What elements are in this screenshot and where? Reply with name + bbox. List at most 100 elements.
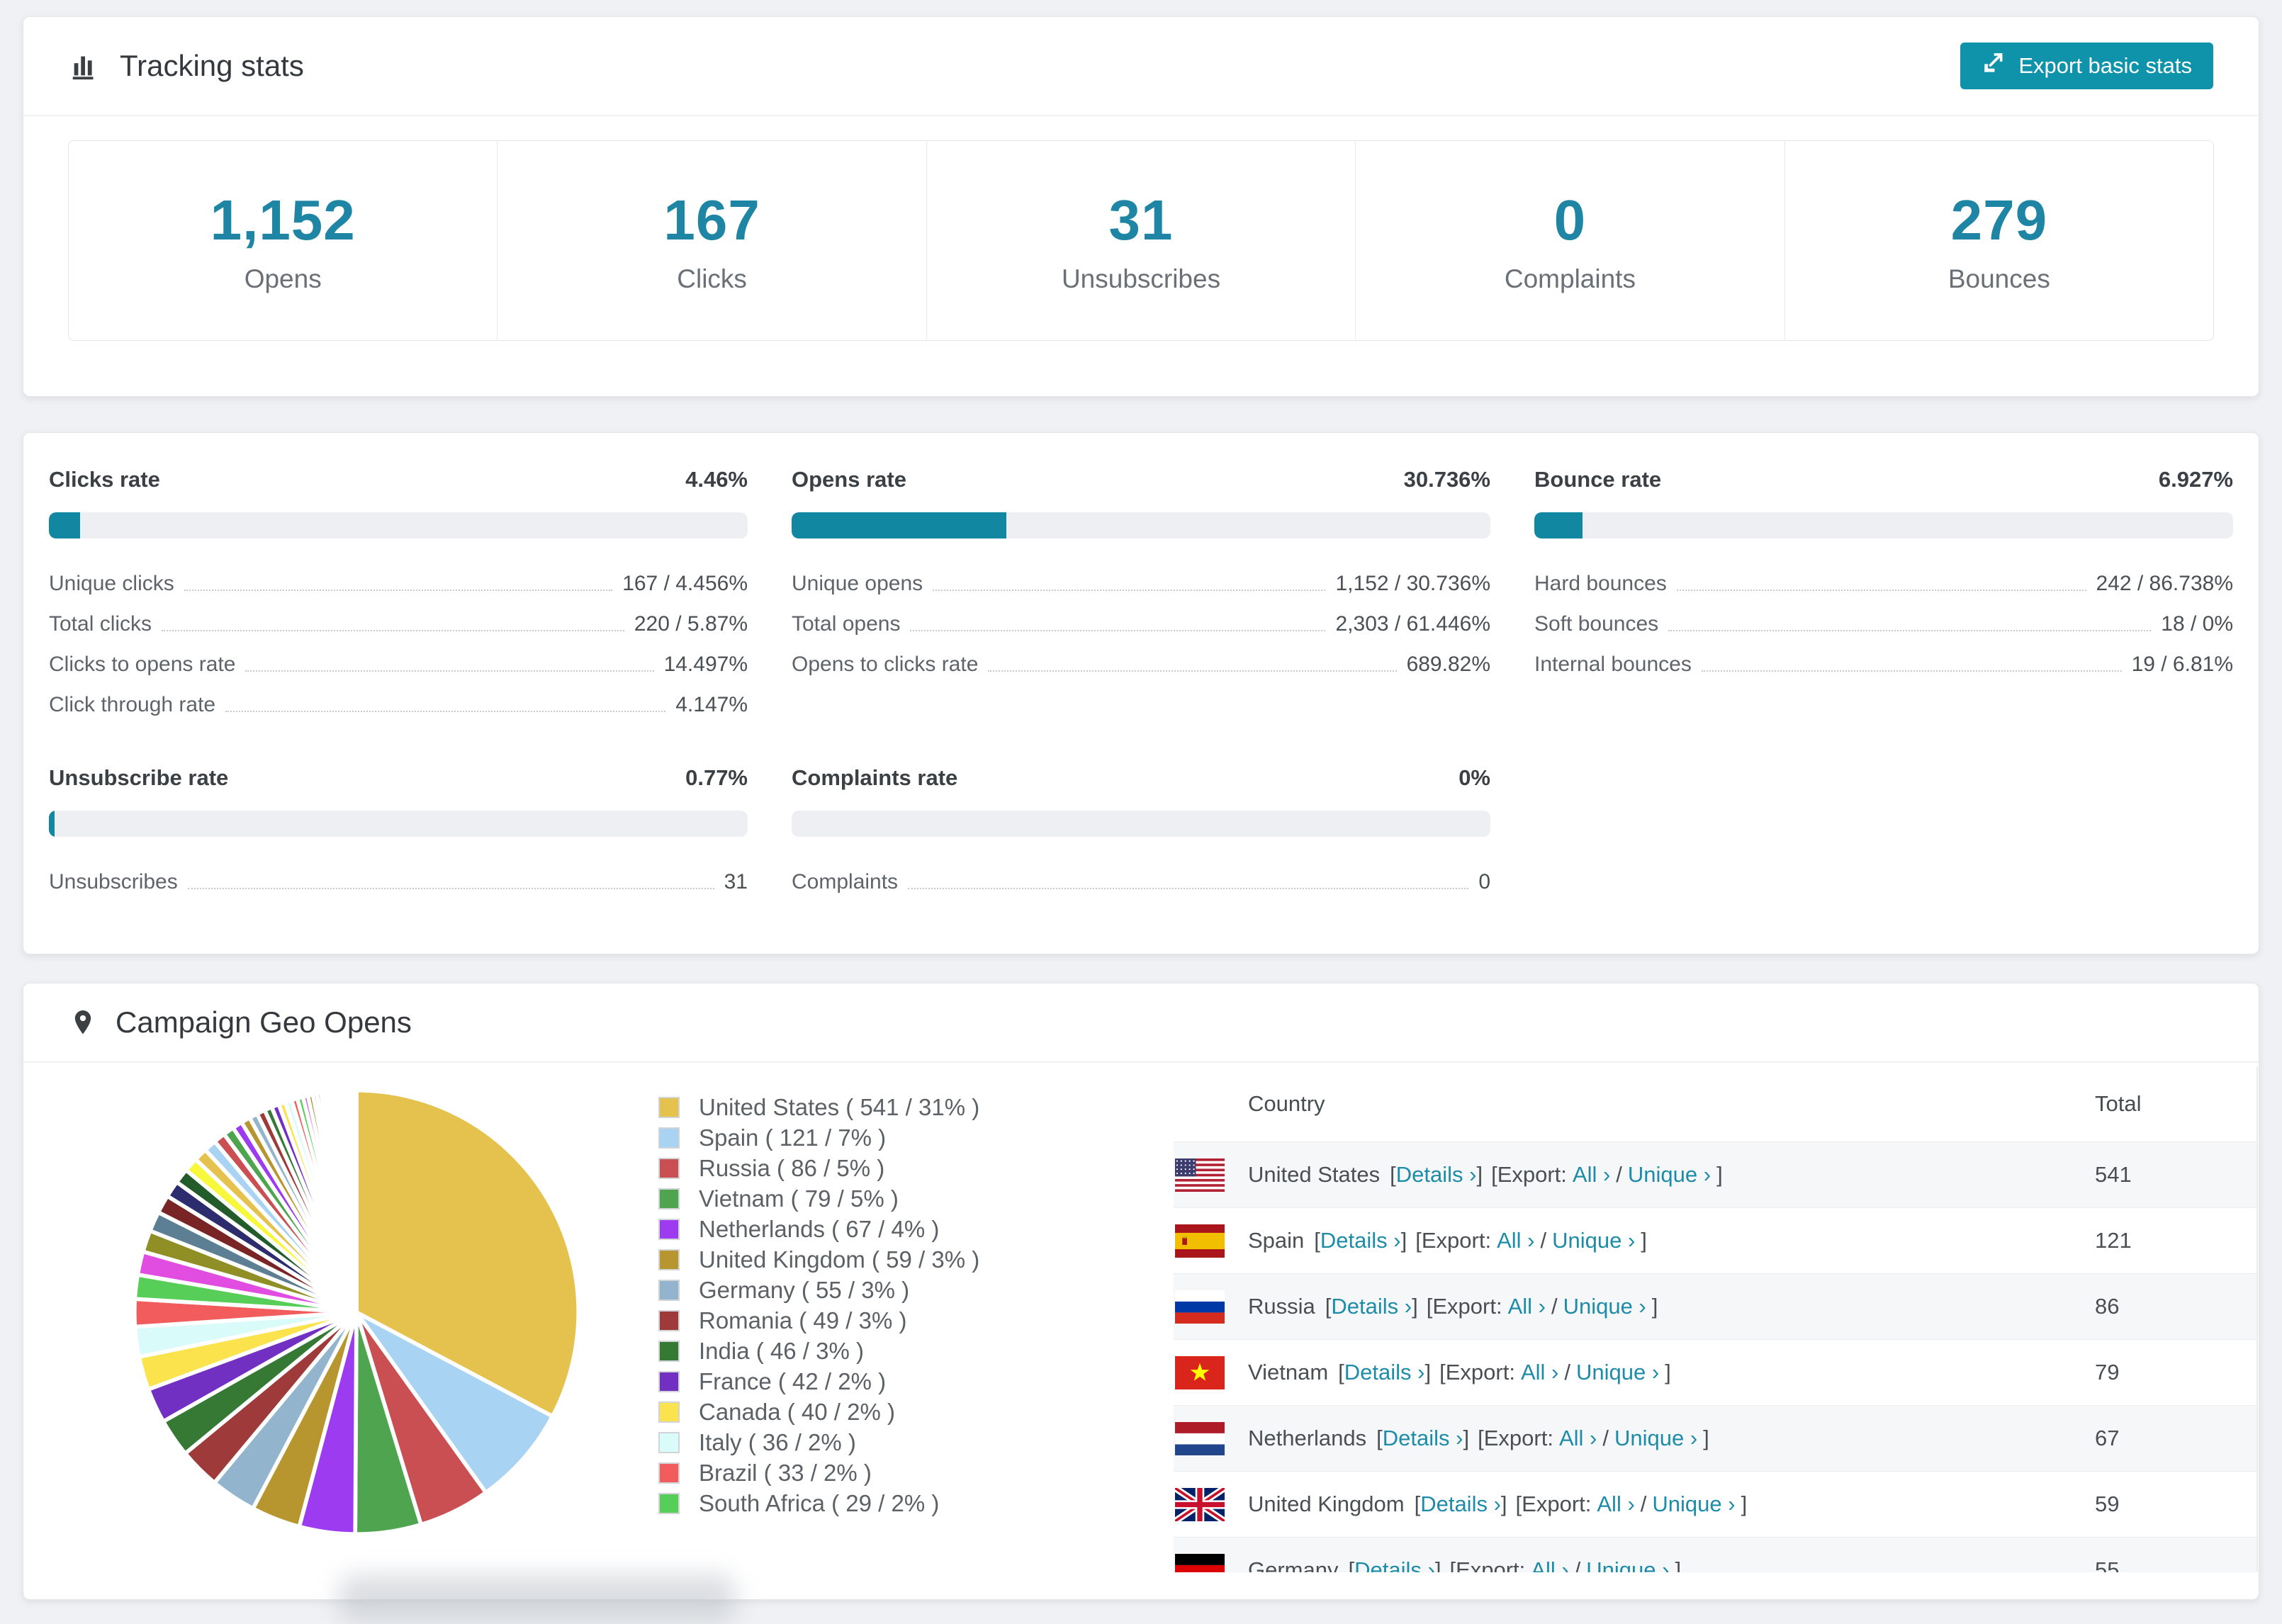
legend-swatch [658, 1219, 680, 1240]
legend-label: Romania ( 49 / 3% ) [699, 1307, 907, 1333]
rate-detail-row: Internal bounces 19 / 6.81% [1534, 642, 2233, 682]
legend-swatch [658, 1127, 680, 1149]
country-name: United Kingdom [1248, 1492, 1405, 1516]
rate-detail-label: Unique clicks [49, 572, 174, 595]
dotted-leader [1676, 590, 2086, 591]
bracket: [ [1478, 1426, 1484, 1450]
export-unique-link[interactable]: Unique › [1563, 1294, 1646, 1319]
bracket: [ [1348, 1557, 1355, 1572]
legend-label: Italy ( 36 / 2% ) [699, 1429, 856, 1455]
geo-table-row: Netherlands [ Details › ] [ Export: All … [1174, 1405, 2256, 1471]
bracket: [ [1426, 1294, 1433, 1319]
country-total: 79 [2095, 1360, 2120, 1385]
legend-item: Germany ( 55 / 3% ) [658, 1277, 979, 1303]
bracket: ] [1434, 1557, 1441, 1572]
tracking-stats-page: { "colors": { "accent_text": "#1E86A4", … [0, 0, 2282, 1624]
export-basic-stats-button[interactable]: Export basic stats [1960, 43, 2213, 89]
country-flag-icon [1175, 1355, 1225, 1389]
legend-swatch [658, 1158, 680, 1179]
country-row-line: Germany [ Details › ] [ Export: All › / … [1248, 1557, 2095, 1572]
country-name: Netherlands [1248, 1426, 1367, 1450]
country-flag-icon [1175, 1158, 1225, 1192]
dotted-leader [162, 630, 624, 631]
complaints-rate-progressbar [792, 811, 1490, 837]
summary-stat-card: 1,152 Opens [69, 141, 498, 340]
details-link[interactable]: Details › [1383, 1426, 1463, 1451]
rate-detail-value: 18 / 0% [2161, 612, 2233, 636]
rate-detail-row: Hard bounces 242 / 86.738% [1534, 561, 2233, 602]
rate-detail-label: Internal bounces [1534, 653, 1692, 676]
legend-swatch [658, 1371, 680, 1392]
slash-divider: / [1564, 1360, 1570, 1385]
rate-detail-row: Opens to clicks rate 689.82% [792, 642, 1490, 682]
legend-label: Brazil ( 33 / 2% ) [699, 1460, 872, 1486]
rate-detail-value: 242 / 86.738% [2096, 572, 2234, 595]
export-button-label: Export basic stats [2018, 53, 2192, 78]
stat-value: 31 [1108, 188, 1174, 252]
export-icon [1982, 51, 2006, 81]
rate-detail-label: Unique opens [792, 572, 923, 595]
rate-detail-label: Unsubscribes [49, 870, 178, 893]
geo-title: Campaign Geo Opens [116, 1005, 412, 1039]
geo-table-row: Germany [ Details › ] [ Export: All › / … [1174, 1537, 2256, 1572]
rate-detail-value: 0 [1478, 870, 1490, 893]
rate-detail-row: Total opens 2,303 / 61.446% [792, 602, 1490, 642]
details-link[interactable]: Details › [1420, 1492, 1501, 1517]
export-all-link[interactable]: All › [1597, 1492, 1634, 1517]
details-link[interactable]: Details › [1396, 1162, 1477, 1188]
stat-value: 1,152 [210, 188, 356, 252]
export-all-link[interactable]: All › [1559, 1426, 1597, 1451]
legend-label: Canada ( 40 / 2% ) [699, 1399, 895, 1425]
export-unique-link[interactable]: Unique › [1576, 1360, 1659, 1385]
unsubscribe-rate-percent: 0.77% [685, 765, 748, 790]
legend-swatch [658, 1432, 680, 1453]
slash-divider: / [1540, 1228, 1547, 1253]
export-all-link[interactable]: All › [1508, 1294, 1546, 1319]
legend-label: France ( 42 / 2% ) [699, 1368, 887, 1394]
rate-detail-value: 31 [724, 870, 748, 893]
export-all-link[interactable]: All › [1497, 1228, 1534, 1253]
legend-label: India ( 46 / 3% ) [699, 1338, 864, 1364]
details-link[interactable]: Details › [1354, 1557, 1435, 1572]
export-all-link[interactable]: All › [1531, 1557, 1568, 1572]
bracket: ] [1651, 1294, 1658, 1319]
country-flag-icon [1175, 1421, 1225, 1455]
export-unique-link[interactable]: Unique › [1652, 1492, 1735, 1517]
bounce-rate-section: Bounce rate 6.927% Hard bounces 242 / 86… [1534, 467, 2233, 723]
bracket: [ [1314, 1228, 1320, 1253]
export-label: Export: [1432, 1294, 1502, 1319]
country-flag-icon [1175, 1487, 1225, 1521]
country-name: Russia [1248, 1294, 1315, 1319]
dotted-leader [933, 590, 1326, 591]
rate-detail-row: Total clicks 220 / 5.87% [49, 602, 748, 642]
details-link[interactable]: Details › [1344, 1360, 1425, 1385]
export-unique-link[interactable]: Unique › [1614, 1426, 1697, 1451]
export-all-link[interactable]: All › [1521, 1360, 1558, 1385]
country-total: 59 [2095, 1492, 2120, 1516]
bracket: [ [1376, 1426, 1383, 1450]
opens-rate-title: Opens rate [792, 467, 906, 492]
export-all-link[interactable]: All › [1573, 1162, 1610, 1188]
geo-legend: United States ( 541 / 31% ) Spain ( 121 … [658, 1094, 980, 1516]
geo-table-row: Russia [ Details › ] [ Export: All › / U… [1174, 1273, 2256, 1339]
legend-label: United Kingdom ( 59 / 3% ) [699, 1246, 980, 1273]
opens-rate-section: Opens rate 30.736% Unique opens 1,152 / … [792, 467, 1490, 723]
stat-value: 0 [1553, 188, 1587, 252]
details-link[interactable]: Details › [1320, 1228, 1401, 1253]
details-link[interactable]: Details › [1331, 1294, 1412, 1319]
export-unique-link[interactable]: Unique › [1586, 1557, 1669, 1572]
country-total: 67 [2095, 1426, 2120, 1450]
export-unique-link[interactable]: Unique › [1552, 1228, 1635, 1253]
stat-label: Unsubscribes [1061, 264, 1221, 293]
legend-item: Italy ( 36 / 2% ) [658, 1429, 979, 1455]
country-flag-icon [1175, 1290, 1225, 1324]
dotted-leader [988, 670, 1397, 672]
tracking-stats-title-group: Tracking stats [69, 49, 304, 83]
complaints-rate-details: Complaints 0 [792, 859, 1490, 900]
legend-swatch [658, 1188, 680, 1209]
legend-item: Brazil ( 33 / 2% ) [658, 1460, 979, 1486]
clicks-rate-progress-fill [49, 512, 80, 538]
country-name: Germany [1248, 1557, 1339, 1572]
bracket: [ [1338, 1360, 1344, 1385]
export-unique-link[interactable]: Unique › [1628, 1162, 1711, 1188]
